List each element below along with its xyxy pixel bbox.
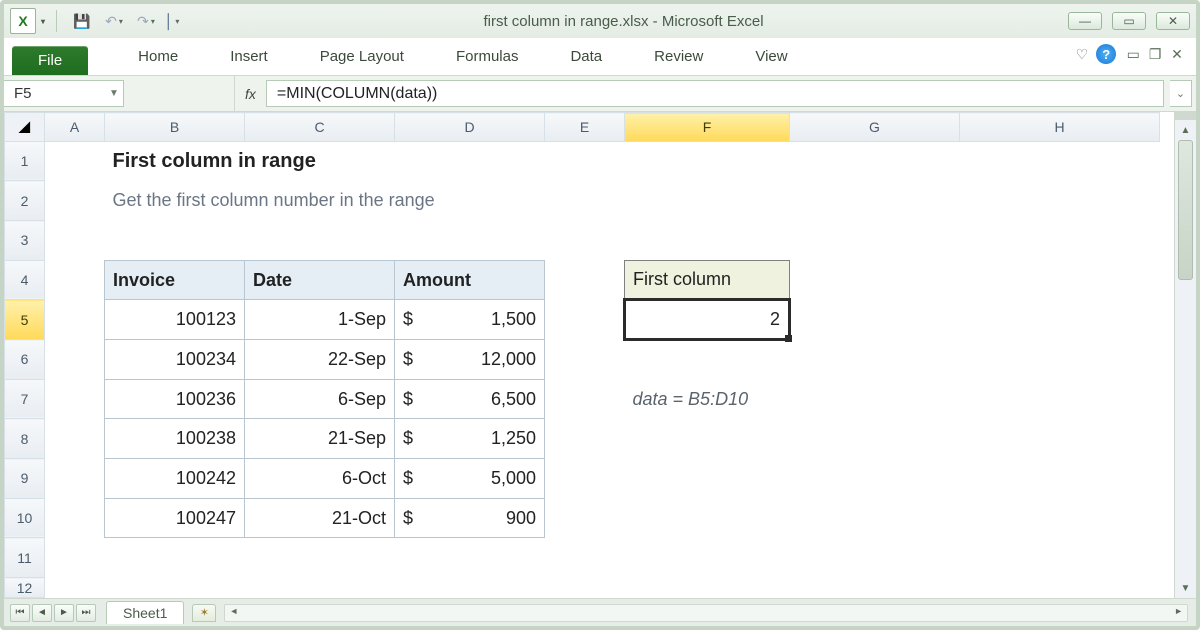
new-sheet-button[interactable]: ✶ [192, 604, 216, 622]
col-header-C[interactable]: C [245, 113, 395, 142]
cell-D5[interactable]: $1,500 [395, 300, 545, 340]
cell-F5-active[interactable]: 2 [625, 300, 790, 340]
sheet-nav-last-icon[interactable]: ⏭ [76, 604, 96, 622]
title-bar: X 💾 ↶▾ ↷▾ │▾ first column in range.xlsx … [4, 4, 1196, 38]
cell-C6[interactable]: 22-Sep [245, 340, 395, 380]
sheet-nav-prev-icon[interactable]: ◄ [32, 604, 52, 622]
excel-logo[interactable]: X [10, 8, 36, 34]
vertical-scrollbar[interactable]: ▲ ▼ [1174, 112, 1196, 598]
col-header-F[interactable]: F [625, 113, 790, 142]
row-header-11[interactable]: 11 [5, 538, 45, 578]
header-date[interactable]: Date [245, 260, 395, 300]
scroll-down-icon[interactable]: ▼ [1175, 578, 1196, 598]
row-header-12[interactable]: 12 [5, 578, 45, 598]
row-header-1[interactable]: 1 [5, 141, 45, 181]
col-header-A[interactable]: A [45, 113, 105, 142]
ribbon: File Home Insert Page Layout Formulas Da… [4, 38, 1196, 76]
cell-B7[interactable]: 100236 [105, 379, 245, 419]
sheet-title[interactable]: First column in range [105, 141, 625, 181]
cell-D10[interactable]: $900 [395, 498, 545, 538]
col-header-B[interactable]: B [105, 113, 245, 142]
name-box-dropdown-icon[interactable]: ▼ [105, 88, 123, 99]
undo-icon[interactable]: ↶▾ [101, 9, 127, 33]
tab-data[interactable]: Data [544, 40, 628, 75]
select-all-corner[interactable]: ◢ [5, 113, 45, 142]
sheet-tab-sheet1[interactable]: Sheet1 [106, 601, 184, 624]
cell-C5[interactable]: 1-Sep [245, 300, 395, 340]
header-amount[interactable]: Amount [395, 260, 545, 300]
cell-C9[interactable]: 6-Oct [245, 459, 395, 499]
sheet-nav-first-icon[interactable]: ⏮ [10, 604, 30, 622]
scroll-up-icon[interactable]: ▲ [1175, 120, 1196, 140]
close-button[interactable]: ✕ [1156, 12, 1190, 30]
cell-D6[interactable]: $12,000 [395, 340, 545, 380]
cell-C10[interactable]: 21-Oct [245, 498, 395, 538]
window-title: first column in range.xlsx - Microsoft E… [179, 13, 1068, 30]
row-header-2[interactable]: 2 [5, 181, 45, 221]
maximize-button[interactable]: ▭ [1112, 12, 1146, 30]
row-header-9[interactable]: 9 [5, 459, 45, 499]
col-header-H[interactable]: H [960, 113, 1160, 142]
name-box-value: F5 [4, 85, 105, 102]
scroll-thumb[interactable] [1178, 140, 1193, 280]
cell-B9[interactable]: 100242 [105, 459, 245, 499]
name-box[interactable]: F5 ▼ [4, 80, 124, 107]
fx-label[interactable]: fx [234, 76, 266, 111]
horizontal-scrollbar[interactable] [224, 604, 1188, 622]
cell-D7[interactable]: $6,500 [395, 379, 545, 419]
doc-minimize-icon[interactable]: ▭ [1124, 46, 1142, 63]
first-column-label[interactable]: First column [625, 260, 790, 300]
row-header-10[interactable]: 10 [5, 498, 45, 538]
qa-customize-icon[interactable]: │▾ [165, 9, 179, 33]
redo-icon[interactable]: ↷▾ [133, 9, 159, 33]
named-range-note[interactable]: data = B5:D10 [625, 379, 790, 419]
header-invoice[interactable]: Invoice [105, 260, 245, 300]
cell-C8[interactable]: 21-Sep [245, 419, 395, 459]
help-icon[interactable]: ? [1096, 44, 1116, 64]
file-tab[interactable]: File [12, 46, 88, 75]
row-header-4[interactable]: 4 [5, 260, 45, 300]
tab-formulas[interactable]: Formulas [430, 40, 545, 75]
row-header-7[interactable]: 7 [5, 379, 45, 419]
formula-input[interactable]: =MIN(COLUMN(data)) [266, 80, 1164, 107]
sheet-nav-next-icon[interactable]: ► [54, 604, 74, 622]
row-header-5[interactable]: 5 [5, 300, 45, 340]
split-handle-icon[interactable] [1175, 112, 1196, 120]
cell-B10[interactable]: 100247 [105, 498, 245, 538]
doc-close-icon[interactable]: ✕ [1168, 46, 1186, 63]
row-header-6[interactable]: 6 [5, 340, 45, 380]
formula-bar: F5 ▼ fx =MIN(COLUMN(data)) ⌄ [4, 76, 1196, 112]
cell-B5[interactable]: 100123 [105, 300, 245, 340]
row-header-8[interactable]: 8 [5, 419, 45, 459]
formula-expand-icon[interactable]: ⌄ [1170, 80, 1192, 107]
cell-B6[interactable]: 100234 [105, 340, 245, 380]
col-header-D[interactable]: D [395, 113, 545, 142]
col-header-E[interactable]: E [545, 113, 625, 142]
minimize-button[interactable]: — [1068, 12, 1102, 30]
cell-D9[interactable]: $5,000 [395, 459, 545, 499]
cell-D8[interactable]: $1,250 [395, 419, 545, 459]
ribbon-minimize-icon[interactable]: ♡ [1076, 46, 1089, 63]
col-header-G[interactable]: G [790, 113, 960, 142]
tab-review[interactable]: Review [628, 40, 729, 75]
doc-restore-icon[interactable]: ❐ [1146, 46, 1164, 63]
tab-insert[interactable]: Insert [204, 40, 294, 75]
grid[interactable]: ◢ A B C D E F G H 1 First column in rang… [4, 112, 1160, 598]
worksheet-area[interactable]: ◢ A B C D E F G H 1 First column in rang… [4, 112, 1196, 598]
cell-C7[interactable]: 6-Sep [245, 379, 395, 419]
tab-view[interactable]: View [729, 40, 813, 75]
tab-home[interactable]: Home [112, 40, 204, 75]
row-header-3[interactable]: 3 [5, 221, 45, 261]
save-icon[interactable]: 💾 [69, 9, 95, 33]
sheet-tab-bar: ⏮ ◄ ► ⏭ Sheet1 ✶ [4, 598, 1196, 626]
sheet-subtitle[interactable]: Get the first column number in the range [105, 181, 790, 221]
cell-B8[interactable]: 100238 [105, 419, 245, 459]
tab-page-layout[interactable]: Page Layout [294, 40, 430, 75]
